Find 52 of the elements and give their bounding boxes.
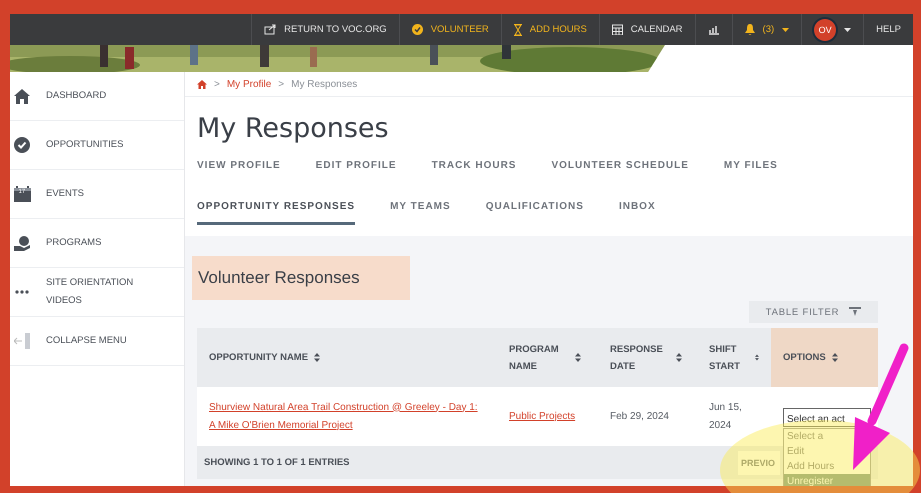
entries-count: SHOWING 1 TO 1 OF 1 ENTRIES <box>204 457 350 468</box>
sort-icon <box>575 353 581 362</box>
column-header[interactable]: OPTIONS <box>771 328 878 387</box>
tab[interactable]: MY FILES <box>724 154 778 184</box>
opportunity-link[interactable]: Shurview Natural Area Trail Construction @ Greeley - Day 1: A Mike O'Brien Memorial Project <box>209 398 485 434</box>
chart-icon <box>708 24 720 35</box>
check-circle-icon <box>412 24 423 35</box>
sidebar-item[interactable]: COLLAPSE MENU <box>10 317 184 366</box>
breadcrumb-link[interactable]: My Profile <box>226 78 272 90</box>
avatar: OV <box>814 18 836 40</box>
sidebar-item[interactable]: SITE ORIENTATION VIDEOS <box>10 268 184 317</box>
calendar-icon <box>612 24 623 35</box>
sidebar-item[interactable]: OPPORTUNITIES <box>10 121 184 170</box>
sort-icon <box>832 353 838 362</box>
caret-icon <box>844 28 852 32</box>
breadcrumb-separator: > <box>278 78 284 90</box>
breadcrumb-separator: > <box>214 78 220 90</box>
breadcrumb-current: My Responses <box>291 78 358 90</box>
tab[interactable]: QUALIFICATIONS <box>486 195 584 225</box>
sidebar-item[interactable]: PROGRAMS <box>10 219 184 268</box>
collapse-icon <box>14 333 30 349</box>
program-link[interactable]: Public Projects <box>509 408 576 426</box>
check-circle-icon <box>14 137 30 153</box>
sidebar-item[interactable]: DASHBOARD <box>10 72 184 121</box>
sort-icon <box>314 353 320 362</box>
sort-icon <box>755 353 759 362</box>
hand-globe-icon <box>14 235 30 251</box>
home-icon[interactable] <box>197 80 207 88</box>
column-header[interactable]: RESPONSE DATE <box>598 328 697 387</box>
column-header[interactable]: OPPORTUNITY NAME <box>197 328 497 387</box>
bell-icon <box>744 24 755 35</box>
section-heading: Volunteer Responses <box>192 256 410 300</box>
sort-icon <box>676 353 682 362</box>
tab[interactable]: VIEW PROFILE <box>197 154 281 184</box>
caret-icon <box>782 28 790 32</box>
home-icon <box>14 88 30 104</box>
column-header[interactable]: SHIFT START <box>697 328 771 387</box>
hourglass-icon <box>514 24 522 36</box>
tab[interactable]: OPPORTUNITY RESPONSES <box>197 195 356 225</box>
page-title: My Responses <box>197 113 390 144</box>
more-icon <box>15 290 29 294</box>
tab[interactable]: INBOX <box>618 195 656 225</box>
table-cell-text: Feb 29, 2024 <box>609 410 670 424</box>
tab[interactable]: EDIT PROFILE <box>316 154 397 184</box>
tab[interactable]: TRACK HOURS <box>432 154 516 184</box>
tab[interactable]: MY TEAMS <box>390 195 451 225</box>
share-icon <box>264 24 276 35</box>
table-cell-text: Jun 15, 2024 <box>708 400 743 432</box>
filter-icon <box>849 307 862 317</box>
table-filter-button[interactable]: TABLE FILTER <box>749 301 878 323</box>
column-header[interactable]: PROGRAM NAME <box>497 328 598 387</box>
tab[interactable]: VOLUNTEER SCHEDULE <box>551 154 689 184</box>
